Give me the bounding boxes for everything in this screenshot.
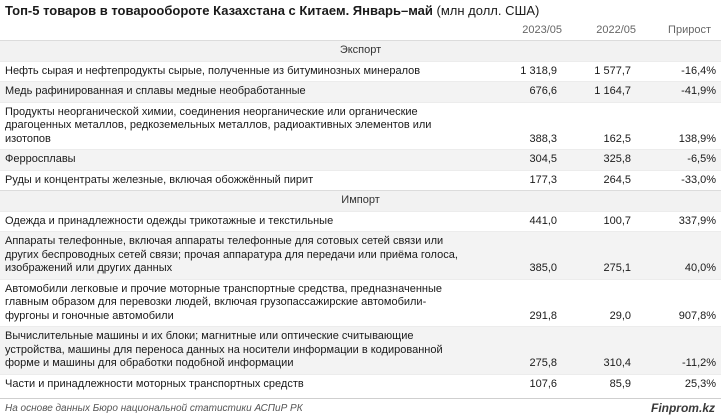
column-header-2023: 2023/05 [522,24,562,36]
cell-value-2022: 325,8 [562,149,636,170]
cell-value-2022: 29,0 [562,278,636,327]
table-row: Аппараты телефонные, включая аппараты те… [0,231,721,279]
table-row: Вычислительные машины и их блоки; магнит… [0,326,721,374]
cell-value-2023: 385,0 [470,231,562,279]
section-row-export: Экспорт [0,40,721,61]
table-row: Руды и концентраты железные, включая обо… [0,169,721,191]
cell-growth: -41,9% [636,81,721,102]
cell-value-2023: 1 318,9 [470,60,562,82]
cell-product-name: Автомобили легковые и прочие моторные тр… [0,278,470,327]
footer: На основе данных Бюро национальной стати… [0,398,721,418]
cell-growth: -16,4% [636,60,721,82]
cell-value-2023: 291,8 [470,278,562,327]
trade-table: Экспорт Нефть сырая и нефтепродукты сыры… [0,40,721,394]
cell-product-name: Медь рафинированная и сплавы медные необ… [0,81,470,102]
cell-value-2022: 1 577,7 [562,60,636,82]
table-row: Медь рафинированная и сплавы медные необ… [0,81,721,102]
cell-product-name: Части и принадлежности моторных транспор… [0,373,470,394]
cell-value-2022: 275,1 [562,231,636,279]
table-row: Части и принадлежности моторных транспор… [0,373,721,394]
cell-value-2023: 676,6 [470,81,562,102]
table-row: Продукты неорганической химии, соединени… [0,101,721,150]
cell-growth: -6,5% [636,149,721,170]
cell-value-2022: 1 164,7 [562,81,636,102]
table-row: Автомобили легковые и прочие моторные тр… [0,278,721,327]
cell-value-2022: 264,5 [562,169,636,191]
cell-value-2023: 275,8 [470,326,562,374]
cell-value-2023: 304,5 [470,149,562,170]
cell-product-name: Одежда и принадлежности одежды трикотажн… [0,210,470,232]
section-row-import: Импорт [0,190,721,211]
cell-growth: 40,0% [636,231,721,279]
table-row: Ферросплавы 304,5 325,8 -6,5% [0,149,721,170]
cell-value-2022: 162,5 [562,101,636,150]
brand-logo: Finprom.kz [650,401,715,415]
table-row: Одежда и принадлежности одежды трикотажн… [0,210,721,232]
cell-growth: 138,9% [636,101,721,150]
cell-growth: -11,2% [636,326,721,374]
cell-value-2023: 388,3 [470,101,562,150]
cell-product-name: Ферросплавы [0,149,470,170]
cell-growth: 337,9% [636,210,721,232]
section-label-import: Импорт [0,190,721,211]
page-title: Топ-5 товаров в товарообороте Казахстана… [5,3,539,19]
column-header-row: 2023/05 2022/05 Прирост [0,20,721,40]
cell-value-2023: 107,6 [470,373,562,394]
cell-value-2022: 85,9 [562,373,636,394]
cell-product-name: Вычислительные машины и их блоки; магнит… [0,326,470,374]
column-header-2022: 2022/05 [596,24,636,36]
title-unit: (млн долл. США) [436,3,540,18]
cell-growth: 25,3% [636,373,721,394]
trade-table-body: Экспорт Нефть сырая и нефтепродукты сыры… [0,40,721,394]
source-note: На основе данных Бюро национальной стати… [5,403,303,414]
table-row: Нефть сырая и нефтепродукты сырые, получ… [0,60,721,82]
cell-growth: -33,0% [636,169,721,191]
cell-growth: 907,8% [636,278,721,327]
cell-product-name: Продукты неорганической химии, соединени… [0,101,470,150]
cell-value-2022: 100,7 [562,210,636,232]
section-label-export: Экспорт [0,40,721,61]
cell-product-name: Аппараты телефонные, включая аппараты те… [0,231,470,279]
cell-product-name: Руды и концентраты железные, включая обо… [0,169,470,191]
column-header-growth: Прирост [668,24,711,36]
cell-value-2023: 177,3 [470,169,562,191]
cell-value-2023: 441,0 [470,210,562,232]
cell-product-name: Нефть сырая и нефтепродукты сырые, получ… [0,60,470,82]
cell-value-2022: 310,4 [562,326,636,374]
title-main: Топ-5 товаров в товарообороте Казахстана… [5,3,433,18]
